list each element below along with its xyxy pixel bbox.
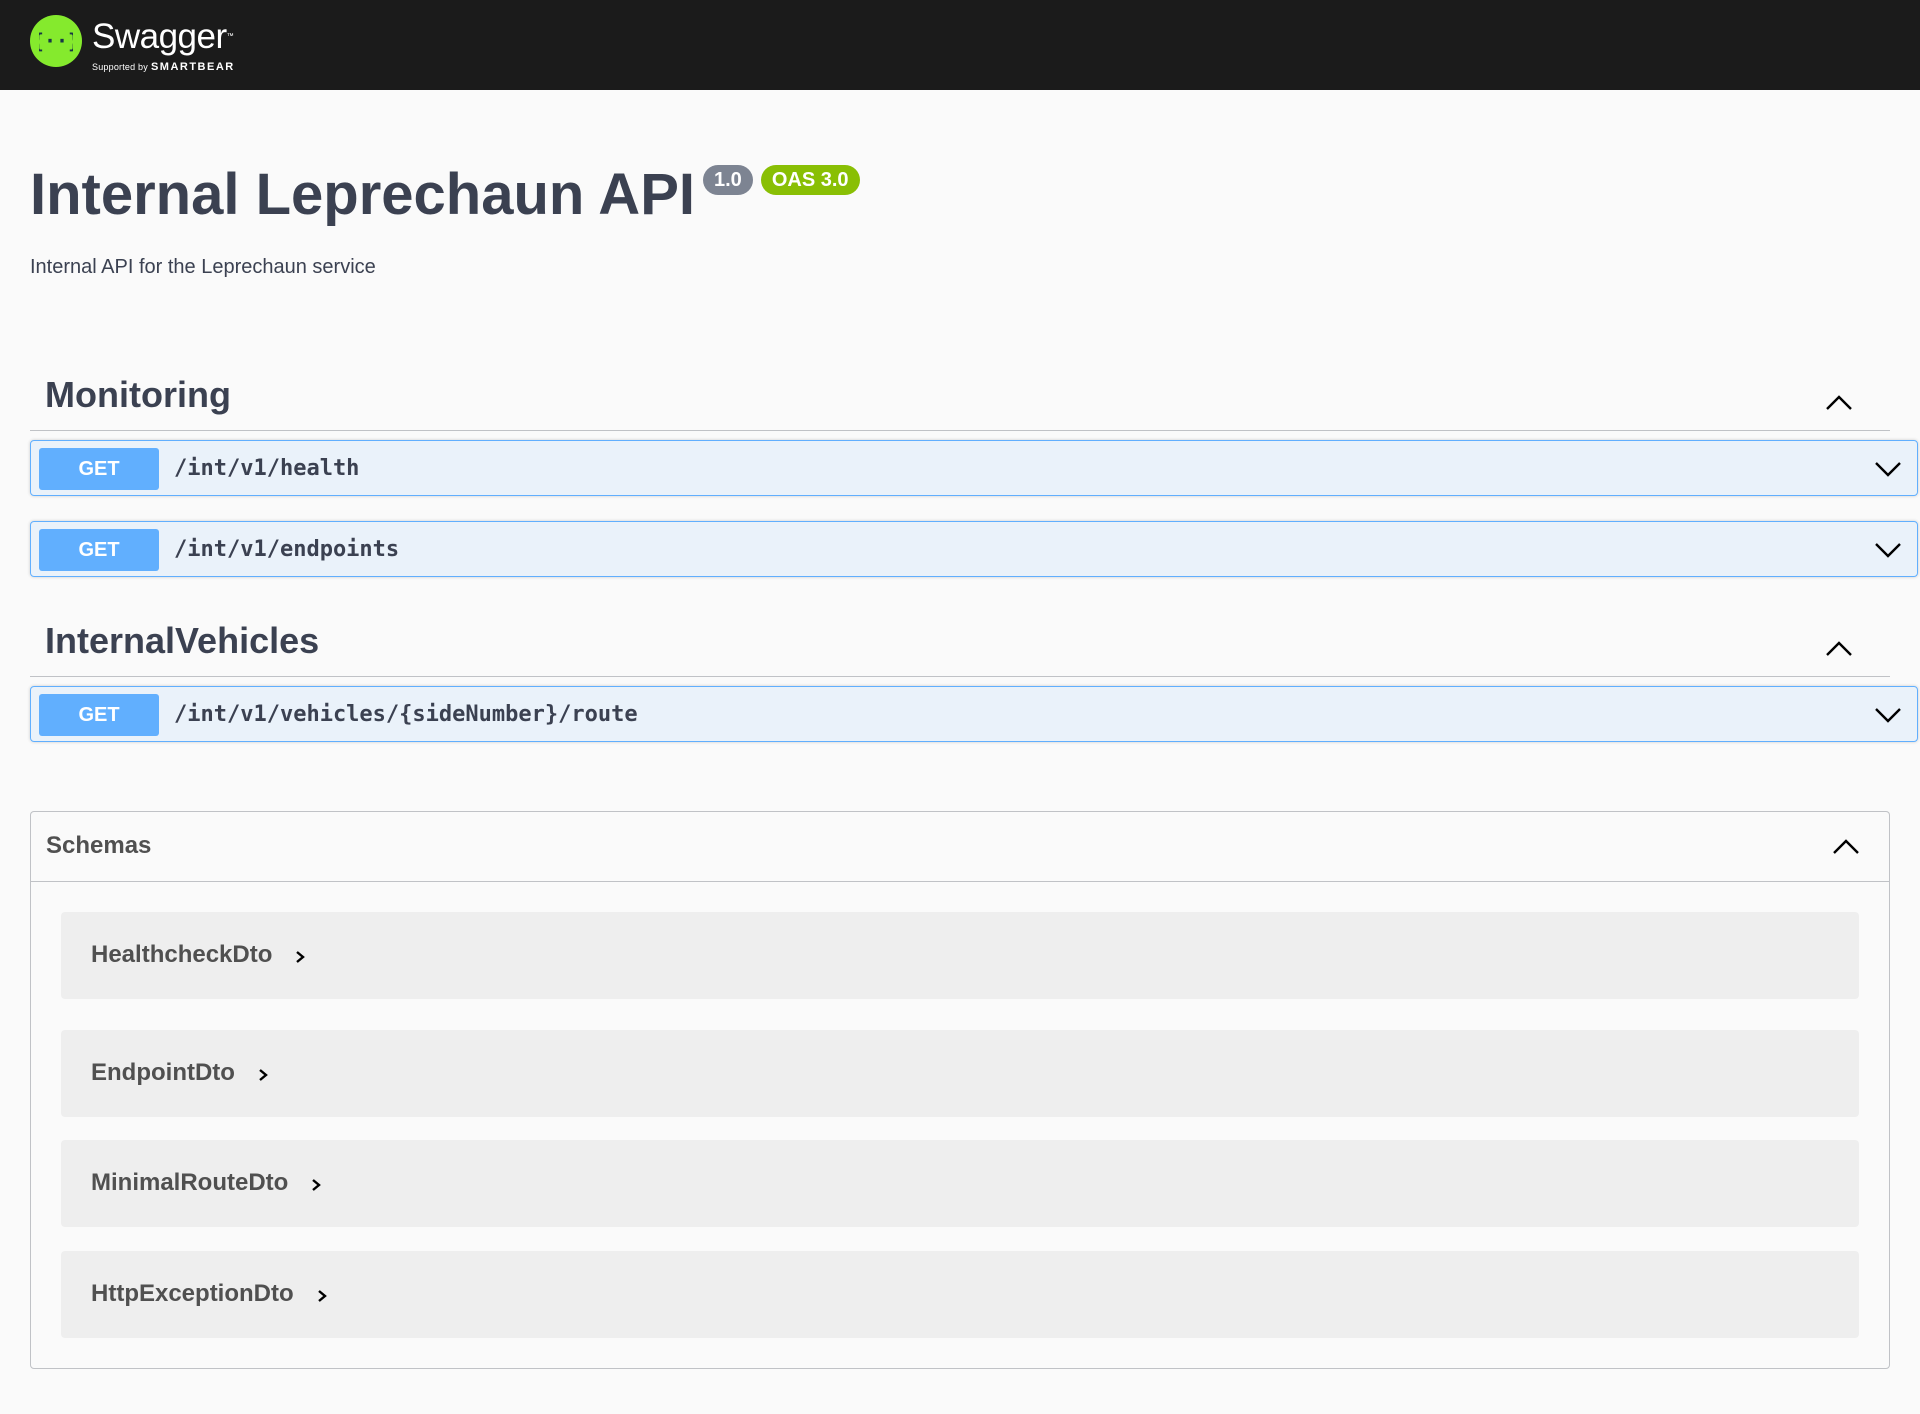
chevron-right-icon[interactable]: [257, 1067, 269, 1083]
schema-model-item[interactable]: HttpExceptionDto: [61, 1251, 1859, 1338]
oas-badge: OAS 3.0: [760, 165, 860, 195]
operation-get-endpoints[interactable]: GET /int/v1/endpoints: [30, 521, 1918, 577]
operation-get-health[interactable]: GET /int/v1/health: [30, 440, 1918, 496]
api-title: Internal Leprechaun API 1.0 OAS 3.0: [30, 160, 860, 230]
chevron-right-icon[interactable]: [316, 1288, 328, 1304]
operation-path: /int/v1/vehicles/{sideNumber}/route: [174, 702, 638, 727]
schemas-section: Schemas HealthcheckDto EndpointDto Minim…: [30, 811, 1890, 1369]
api-description: Internal API for the Leprechaun service: [30, 256, 376, 278]
supported-by-text: Supported by: [92, 62, 148, 72]
method-badge: GET: [39, 529, 159, 571]
api-title-text: Internal Leprechaun API: [30, 162, 695, 227]
logo-name: Swagger: [92, 17, 227, 56]
schema-model-item[interactable]: EndpointDto: [61, 1030, 1859, 1117]
logo-tm: ™: [226, 33, 234, 40]
schema-model-name: HealthcheckDto: [91, 941, 273, 968]
schemas-header[interactable]: Schemas: [31, 812, 1889, 882]
chevron-down-icon[interactable]: [1873, 459, 1903, 479]
swagger-logo[interactable]: {··} Swagger™ Supported bySMARTBEAR: [30, 15, 235, 73]
chevron-up-icon[interactable]: [1831, 836, 1861, 856]
method-badge: GET: [39, 448, 159, 490]
tag-title: Monitoring: [45, 374, 231, 415]
chevron-down-icon[interactable]: [1873, 705, 1903, 725]
chevron-up-icon[interactable]: [1824, 638, 1854, 658]
tag-title: InternalVehicles: [45, 620, 320, 661]
smartbear-text: SMARTBEAR: [150, 61, 235, 73]
chevron-right-icon[interactable]: [310, 1177, 322, 1193]
method-badge: GET: [39, 694, 159, 736]
schema-model-item[interactable]: HealthcheckDto: [61, 912, 1859, 999]
schemas-title: Schemas: [46, 832, 152, 859]
schema-model-name: EndpointDto: [91, 1059, 235, 1086]
chevron-up-icon[interactable]: [1824, 392, 1854, 412]
operation-path: /int/v1/health: [174, 456, 360, 481]
schema-model-item[interactable]: MinimalRouteDto: [61, 1140, 1859, 1227]
operation-get-vehicle-route[interactable]: GET /int/v1/vehicles/{sideNumber}/route: [30, 686, 1918, 742]
chevron-down-icon[interactable]: [1873, 540, 1903, 560]
swagger-logo-icon: {··}: [30, 15, 82, 67]
operation-path: /int/v1/endpoints: [174, 537, 400, 562]
schema-model-name: MinimalRouteDto: [91, 1169, 289, 1196]
topbar: {··} Swagger™ Supported bySMARTBEAR: [0, 0, 1920, 90]
version-badge: 1.0: [703, 165, 753, 195]
tag-section-internalvehicles[interactable]: InternalVehicles: [30, 616, 1890, 677]
svg-text:{··}: {··}: [39, 29, 73, 53]
tag-section-monitoring[interactable]: Monitoring: [30, 370, 1890, 431]
chevron-right-icon[interactable]: [294, 949, 306, 965]
schema-model-name: HttpExceptionDto: [91, 1280, 294, 1307]
